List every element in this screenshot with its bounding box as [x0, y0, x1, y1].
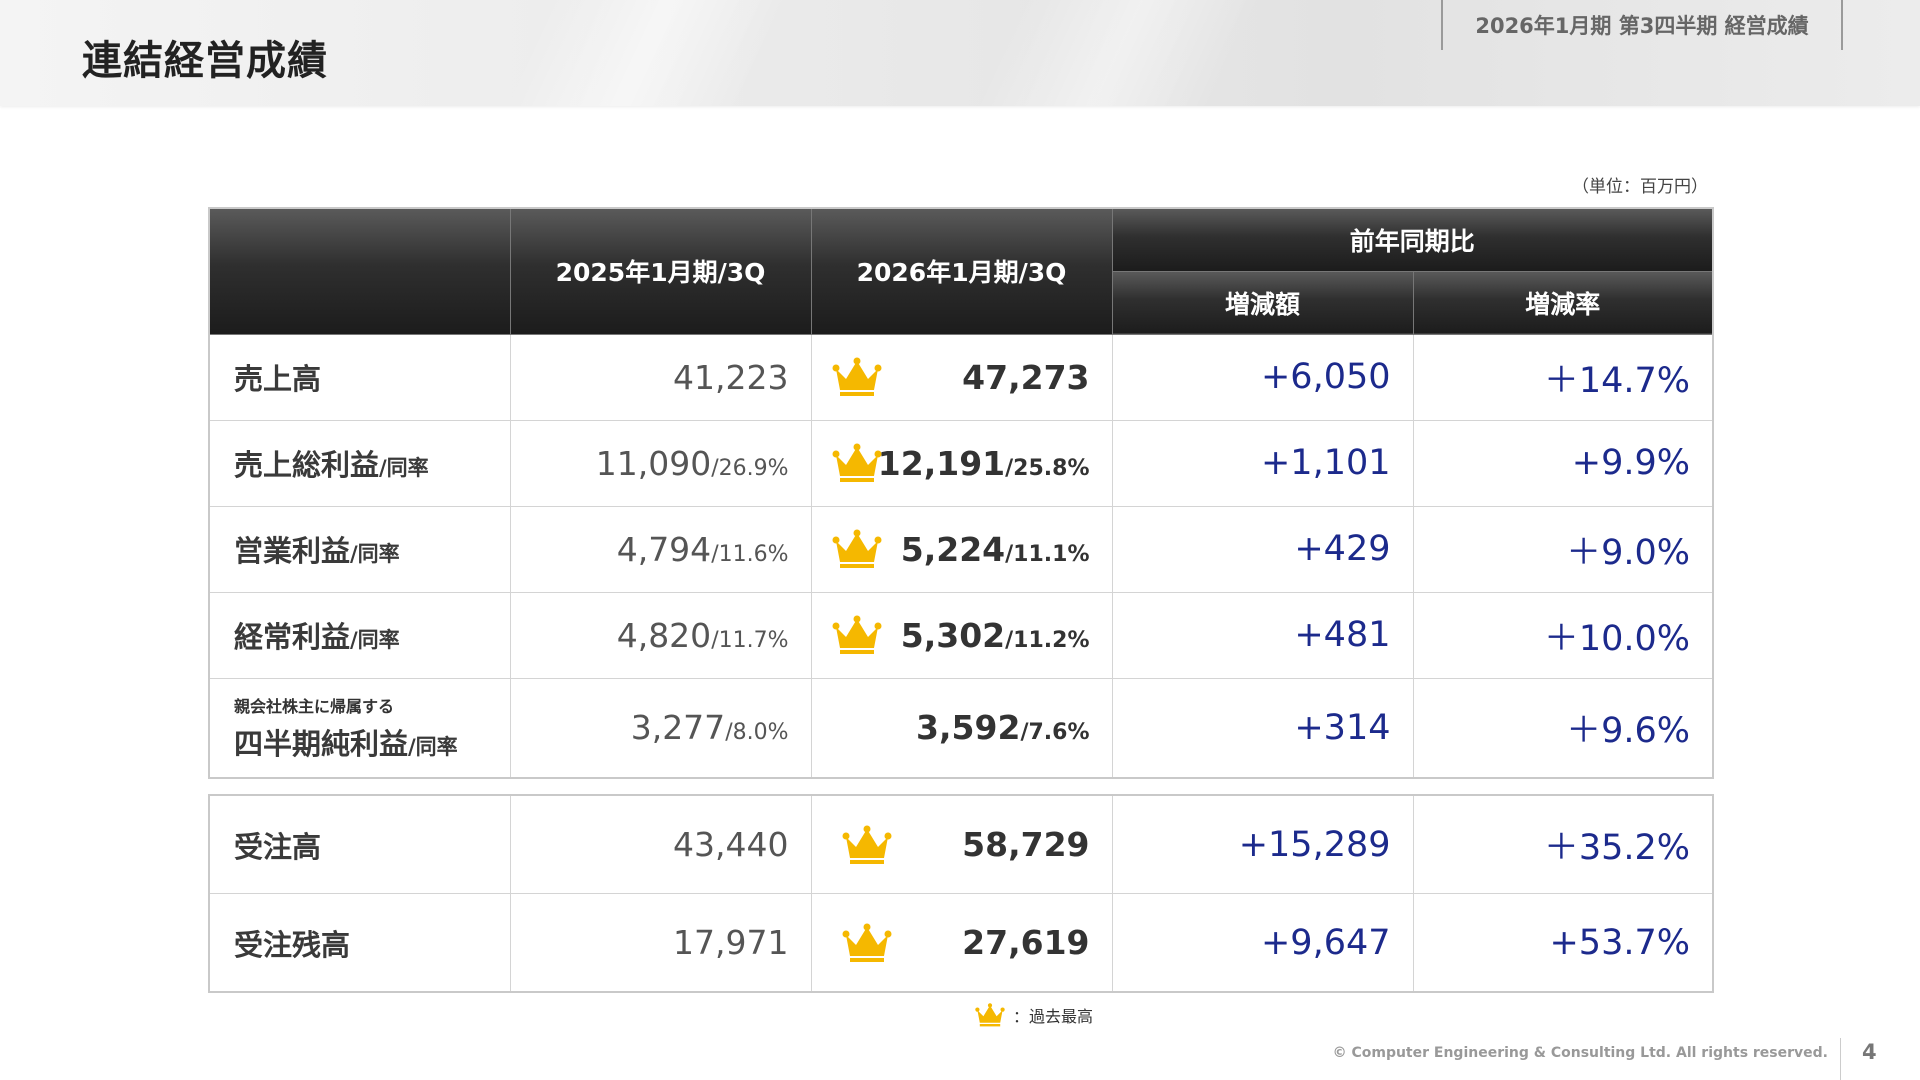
header-current-period: 2026年1月期/3Q	[811, 208, 1113, 335]
crown-icon	[832, 615, 882, 655]
current-value: 3,592/7.6%	[810, 677, 1113, 779]
crown-icon	[842, 923, 892, 963]
period-label: 2026年1月期 第3四半期 経営成績	[1441, 0, 1843, 50]
current-number: 58,729	[962, 825, 1090, 864]
table-row: 営業利益/同率 4,794/11.6% 5,224/11.1% +429 ＋9.…	[208, 505, 1714, 593]
prev-value: 17,971	[509, 893, 812, 993]
results-table: 2025年1月期/3Q 2026年1月期/3Q 前年同期比 増減額 増減率 売上…	[208, 207, 1715, 779]
header-change-amount: 増減額	[1112, 271, 1414, 335]
prev-ratio: /11.6%	[711, 541, 789, 567]
change-amount: +1,101	[1111, 419, 1414, 507]
prev-number: 41,223	[673, 357, 789, 397]
crown-icon	[842, 825, 892, 865]
prev-number: 3,277	[630, 708, 726, 748]
change-rate: +9.9%	[1412, 419, 1714, 507]
row-label-suffix: /同率	[408, 734, 458, 759]
current-number: 47,273	[962, 357, 1090, 397]
row-label-text: 経常利益	[234, 620, 351, 654]
crown-icon	[832, 529, 882, 569]
row-label: 受注残高	[208, 893, 511, 993]
current-value: 27,619	[810, 893, 1113, 993]
current-value: 5,302/11.2%	[810, 591, 1113, 679]
page-number: 4	[1862, 1040, 1877, 1064]
orders-table: 受注高 43,440 58,729 +15,289 ＋35.2% 受注残高 17…	[208, 794, 1714, 993]
copyright: © Computer Engineering & Consulting Ltd.…	[1332, 1045, 1828, 1061]
prev-value: 3,277/8.0%	[509, 677, 812, 779]
crown-icon	[832, 443, 882, 483]
slide-header: 連結経営成績 2026年1月期 第3四半期 経営成績	[0, 0, 1920, 106]
change-rate: ＋10.0%	[1412, 591, 1714, 679]
current-ratio: /11.2%	[1005, 627, 1090, 653]
table-row: 売上高 41,223 47,273 +6,050 ＋14.7%	[208, 333, 1714, 421]
row-label-text: 売上高	[234, 362, 322, 396]
change-amount: +6,050	[1111, 333, 1414, 421]
row-label: 受注高	[208, 794, 511, 894]
current-value: 5,224/11.1%	[810, 505, 1113, 593]
current-number: 27,619	[962, 923, 1090, 962]
current-number: 12,191	[877, 443, 1006, 483]
prev-number: 4,794	[616, 529, 712, 569]
prev-ratio: /8.0%	[725, 720, 789, 746]
current-ratio: /25.8%	[1005, 455, 1090, 481]
table-row: 受注高 43,440 58,729 +15,289 ＋35.2%	[208, 794, 1714, 894]
row-label-text: 四半期純利益	[234, 726, 409, 761]
change-rate: ＋35.2%	[1412, 794, 1714, 894]
row-label-text: 売上総利益	[234, 448, 380, 482]
row-label: 親会社株主に帰属する四半期純利益/同率	[208, 677, 511, 779]
prev-value: 4,794/11.6%	[509, 505, 812, 593]
table-row: 売上総利益/同率 11,090/26.9% 12,191/25.8% +1,10…	[208, 419, 1714, 507]
header-yoy: 前年同期比	[1112, 208, 1714, 272]
row-label-text: 営業利益	[234, 534, 351, 568]
current-value: 58,729	[810, 794, 1113, 894]
change-rate: ＋9.6%	[1412, 677, 1714, 779]
row-label-suffix: /同率	[379, 456, 429, 480]
row-label: 経常利益/同率	[208, 591, 511, 679]
table-row: 受注残高 17,971 27,619 +9,647 +53.7%	[208, 893, 1714, 993]
table-row: 親会社株主に帰属する四半期純利益/同率 3,277/8.0% 3,592/7.6…	[208, 677, 1714, 779]
current-number: 5,302	[900, 615, 1006, 655]
row-label-prefix: 親会社株主に帰属する	[234, 696, 395, 716]
change-amount: +481	[1111, 591, 1414, 679]
change-amount: +314	[1111, 677, 1414, 779]
crown-icon	[975, 1003, 1005, 1027]
current-value: 47,273	[810, 333, 1113, 421]
change-amount: +429	[1111, 505, 1414, 593]
row-label: 売上総利益/同率	[208, 419, 511, 507]
change-rate: +53.7%	[1412, 893, 1714, 993]
crown-icon	[832, 357, 882, 397]
current-number: 3,592	[916, 708, 1021, 748]
header-prev-period: 2025年1月期/3Q	[510, 208, 812, 335]
page-title: 連結経営成績	[82, 38, 328, 84]
change-amount: +15,289	[1111, 794, 1414, 894]
prev-value: 43,440	[509, 794, 812, 894]
prev-ratio: /11.7%	[711, 627, 789, 653]
prev-ratio: /26.9%	[711, 455, 789, 481]
row-label-suffix: /同率	[350, 628, 400, 652]
prev-value: 4,820/11.7%	[509, 591, 812, 679]
current-number: 5,224	[900, 529, 1006, 569]
prev-number: 11,090	[595, 443, 712, 483]
current-ratio: /11.1%	[1005, 541, 1090, 567]
header-blank	[209, 208, 511, 335]
unit-label: （単位：百万円）	[1572, 177, 1708, 197]
prev-value: 41,223	[509, 333, 812, 421]
legend: ：過去最高	[975, 1003, 1093, 1027]
row-label: 売上高	[208, 333, 511, 421]
footer-divider	[1840, 1038, 1841, 1080]
current-ratio: /7.6%	[1020, 720, 1090, 746]
row-label-suffix: /同率	[350, 542, 400, 566]
change-amount: +9,647	[1111, 893, 1414, 993]
table-row: 経常利益/同率 4,820/11.7% 5,302/11.2% +481 ＋10…	[208, 591, 1714, 679]
current-value: 12,191/25.8%	[810, 419, 1113, 507]
change-rate: ＋9.0%	[1412, 505, 1714, 593]
header-change-rate: 増減率	[1413, 271, 1714, 335]
row-label: 営業利益/同率	[208, 505, 511, 593]
change-rate: ＋14.7%	[1412, 333, 1714, 421]
prev-value: 11,090/26.9%	[509, 419, 812, 507]
legend-text: ：過去最高	[1013, 1007, 1094, 1026]
prev-number: 4,820	[616, 615, 712, 655]
